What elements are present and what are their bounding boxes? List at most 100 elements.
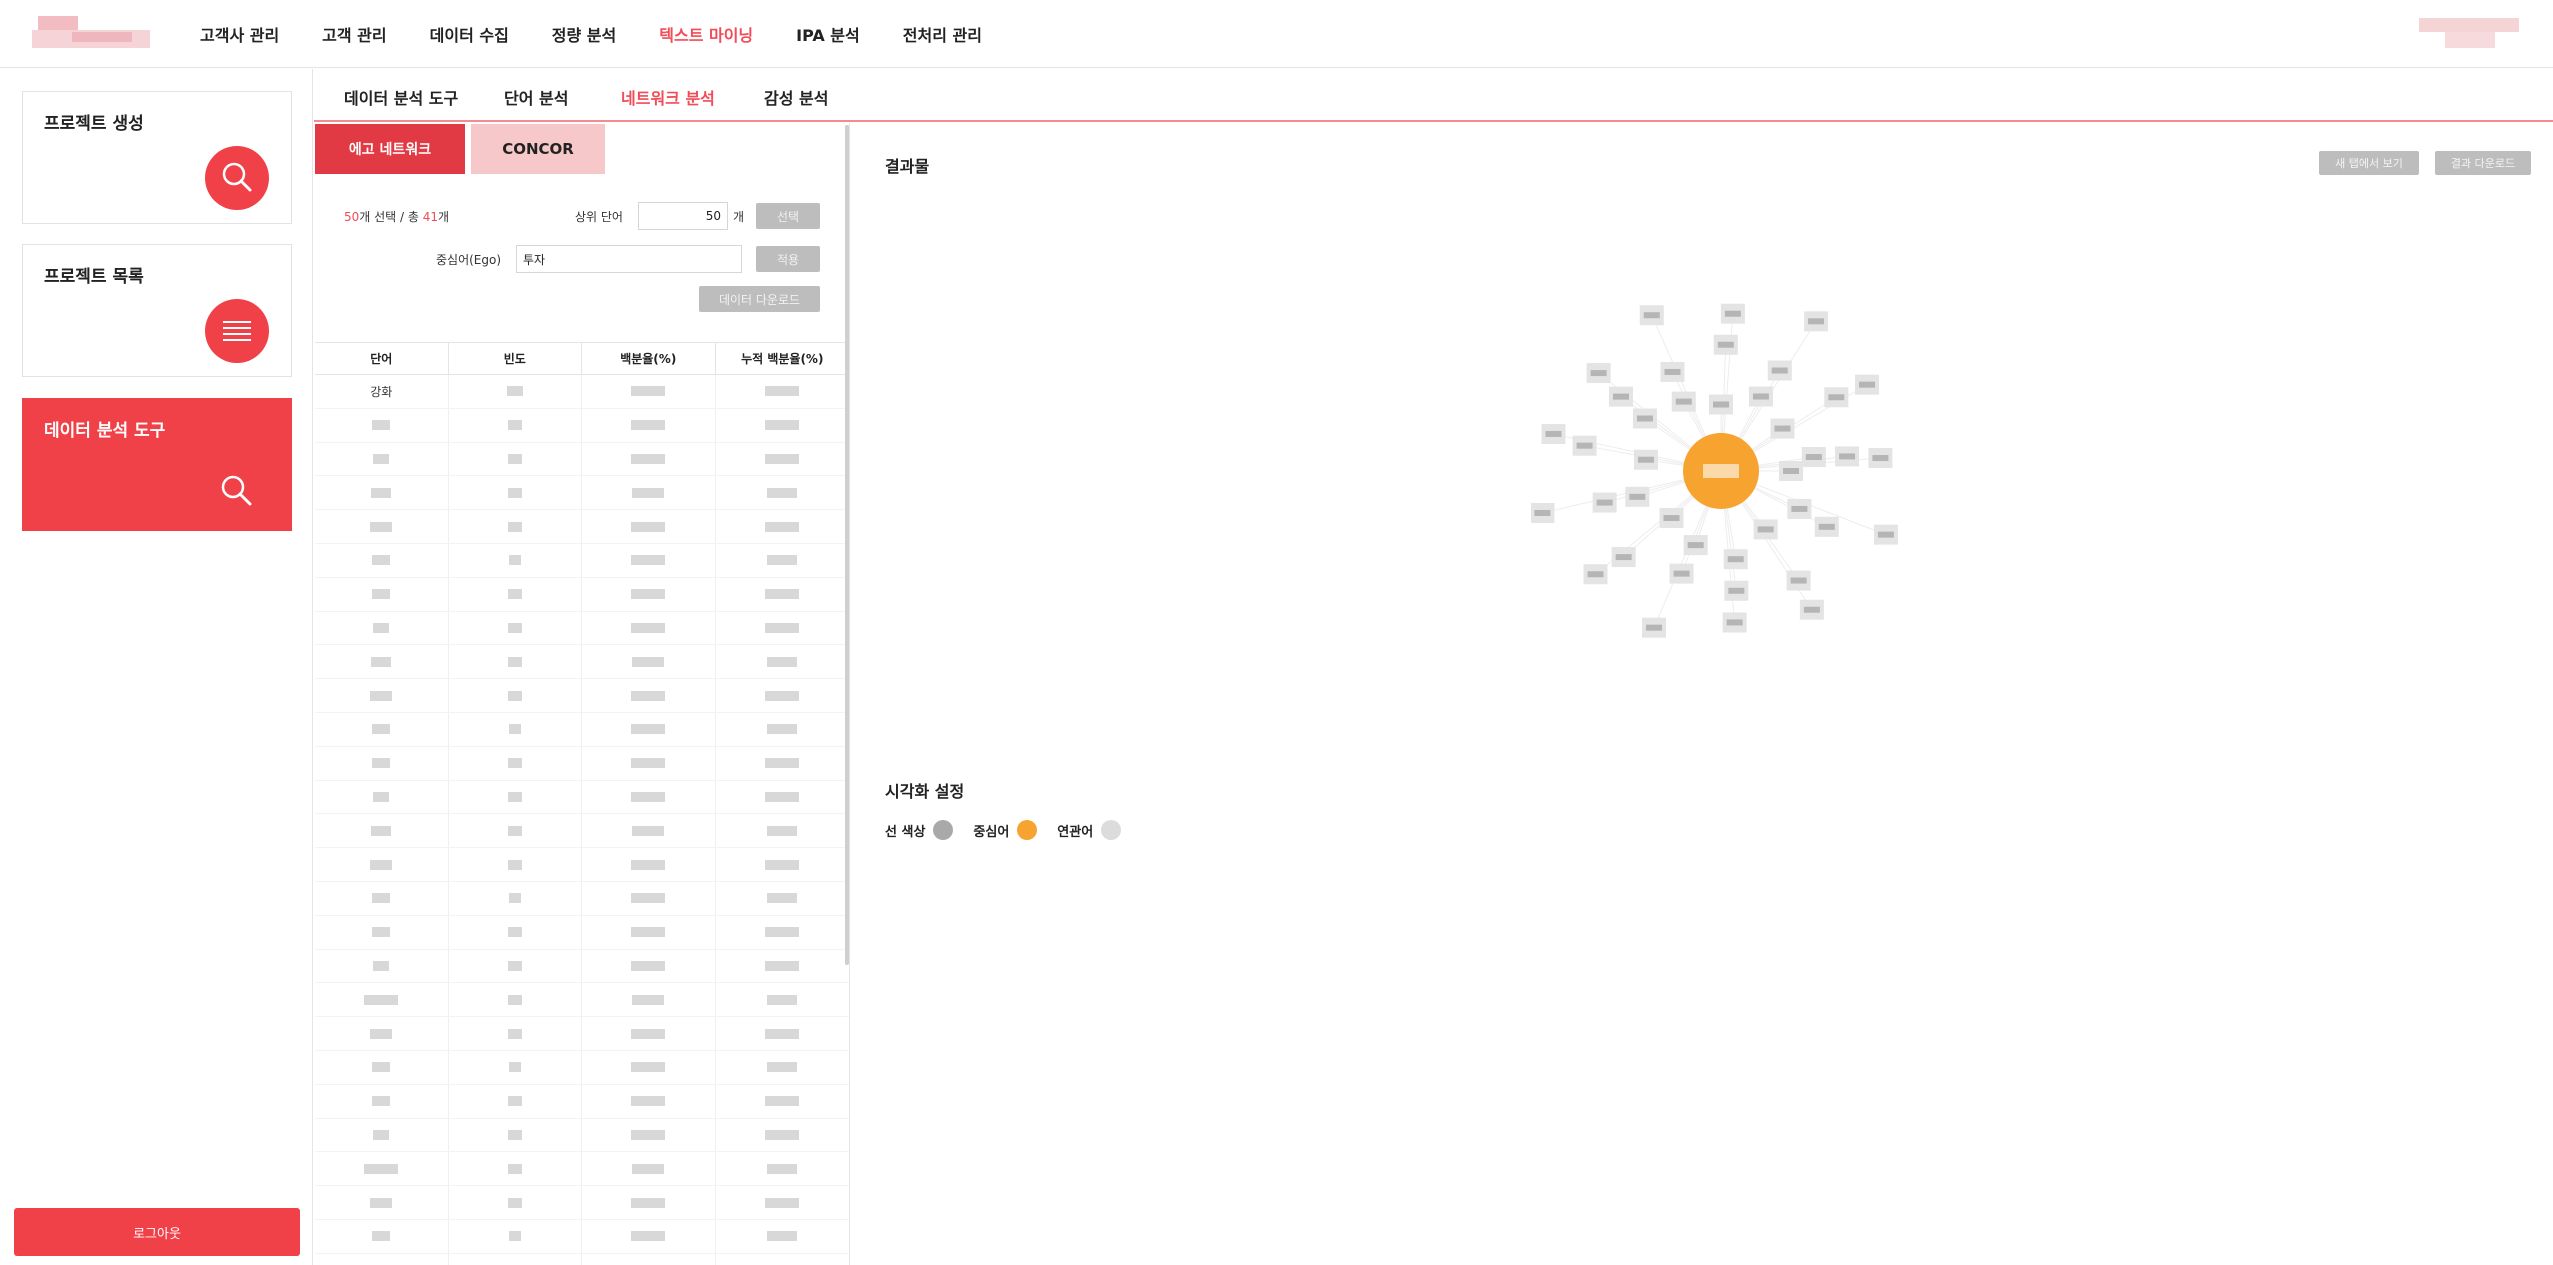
table-row[interactable] xyxy=(315,848,849,882)
table-row[interactable] xyxy=(315,1050,849,1085)
related-word-label xyxy=(1615,554,1632,561)
tab-data-analysis-tool[interactable]: 데이터 분석 도구 xyxy=(344,85,458,109)
table-row[interactable] xyxy=(315,814,849,849)
legend-related-label: 연관어 xyxy=(1057,824,1094,840)
related-word-label xyxy=(1687,542,1704,549)
table-row[interactable] xyxy=(315,611,849,646)
data-download-button[interactable]: 데이터 다운로드 xyxy=(699,286,820,312)
visualization-settings-title: 시각화 설정 xyxy=(885,782,965,801)
nav-item-ipa[interactable]: IPA 분석 xyxy=(796,22,860,46)
related-word-label xyxy=(1643,312,1660,319)
ego-label: 중심어(Ego) xyxy=(436,253,502,267)
nav-item-quantitative[interactable]: 정량 분석 xyxy=(552,22,616,46)
related-word-label xyxy=(1859,381,1876,388)
related-word-label xyxy=(1803,606,1820,613)
related-word-label xyxy=(1663,515,1680,522)
related-word-label xyxy=(1576,442,1593,449)
concor-toggle[interactable]: CONCOR xyxy=(471,124,605,174)
related-word-label xyxy=(1646,624,1663,631)
related-word-label xyxy=(1774,425,1791,432)
related-word-label xyxy=(1790,577,1807,584)
related-word-label xyxy=(1636,415,1653,422)
search-icon xyxy=(205,146,269,210)
main-nav: 고객사 관리 고객 관리 데이터 수집 정량 분석 텍스트 마이닝 IPA 분석… xyxy=(200,0,1025,68)
open-new-tab-button[interactable]: 새 탭에서 보기 xyxy=(2319,151,2419,175)
table-row[interactable]: 강화 xyxy=(315,375,849,409)
search-icon xyxy=(217,471,257,511)
table-row[interactable] xyxy=(315,712,849,747)
logo[interactable] xyxy=(32,14,150,54)
related-word-label xyxy=(1596,499,1613,506)
related-word-label xyxy=(1752,393,1769,400)
apply-button[interactable]: 적용 xyxy=(756,246,820,272)
col-cumulative-percent[interactable]: 누적 백분율(%) xyxy=(716,343,850,374)
tab-sentiment-analysis[interactable]: 감성 분석 xyxy=(764,85,828,109)
top-words-input[interactable]: 50 xyxy=(638,202,728,230)
table-scrollbar[interactable] xyxy=(845,125,849,965)
table-row[interactable] xyxy=(315,1118,849,1153)
card-create-project[interactable]: 프로젝트 생성 xyxy=(22,91,292,224)
table-row[interactable] xyxy=(315,679,849,713)
ego-network-graph[interactable] xyxy=(1531,301,1911,661)
table-row[interactable] xyxy=(315,1017,849,1051)
related-word-label xyxy=(1713,401,1729,408)
table-row[interactable] xyxy=(315,476,849,511)
table-body: 강화 xyxy=(315,375,849,1265)
table-row[interactable] xyxy=(315,746,849,781)
nav-item-data-collection[interactable]: 데이터 수집 xyxy=(430,22,509,46)
table-row[interactable] xyxy=(315,510,849,544)
table-row[interactable] xyxy=(315,1219,849,1254)
related-word-label xyxy=(1590,370,1607,377)
table-row[interactable] xyxy=(315,442,849,477)
nav-item-customer[interactable]: 고객 관리 xyxy=(322,22,386,46)
ego-input[interactable]: 투자 xyxy=(516,245,742,273)
table-row[interactable] xyxy=(315,645,849,680)
result-download-button[interactable]: 결과 다운로드 xyxy=(2435,151,2531,175)
selection-count: 50개 선택 / 총 41개 xyxy=(344,210,450,224)
tab-word-analysis[interactable]: 단어 분석 xyxy=(504,85,568,109)
related-word-label xyxy=(1587,571,1604,578)
ego-color-swatch[interactable] xyxy=(1017,820,1038,840)
nav-item-preprocessing[interactable]: 전처리 관리 xyxy=(903,22,982,46)
col-word[interactable]: 단어 xyxy=(315,343,449,374)
nav-item-text-mining[interactable]: 텍스트 마이닝 xyxy=(659,22,753,46)
table-row[interactable] xyxy=(315,1253,849,1265)
related-word-label xyxy=(1727,556,1744,563)
tab-network-analysis[interactable]: 네트워크 분석 xyxy=(621,85,715,109)
col-frequency[interactable]: 빈도 xyxy=(449,343,582,374)
related-word-label xyxy=(1724,310,1741,317)
logout-button[interactable]: 로그아웃 xyxy=(14,1208,300,1256)
table-row[interactable] xyxy=(315,1186,849,1220)
table-row[interactable] xyxy=(315,983,849,1018)
related-word-label xyxy=(1717,341,1734,348)
app: 고객사 관리 고객 관리 데이터 수집 정량 분석 텍스트 마이닝 IPA 분석… xyxy=(0,0,2553,1265)
top-bar: 고객사 관리 고객 관리 데이터 수집 정량 분석 텍스트 마이닝 IPA 분석… xyxy=(0,0,2553,68)
related-word-label xyxy=(1839,453,1856,460)
user-info[interactable] xyxy=(2419,18,2519,52)
table-header: 단어 빈도 백분율(%) 누적 백분율(%) xyxy=(315,342,849,375)
result-panel: 결과물 새 탭에서 보기 결과 다운로드 시각화 설정 선 색상 중심어 연관어 xyxy=(851,123,2553,1265)
related-word-label xyxy=(1629,493,1646,500)
table-row[interactable] xyxy=(315,949,849,984)
card-project-list[interactable]: 프로젝트 목록 xyxy=(22,244,292,377)
table-row[interactable] xyxy=(315,543,849,578)
legend-line-color-label: 선 색상 xyxy=(885,824,926,840)
line-color-swatch[interactable] xyxy=(933,820,954,840)
table-row[interactable] xyxy=(315,577,849,612)
table-row[interactable] xyxy=(315,915,849,950)
table-row[interactable] xyxy=(315,1152,849,1187)
nav-item-client-company[interactable]: 고객사 관리 xyxy=(200,22,279,46)
ego-network-toggle[interactable]: 에고 네트워크 xyxy=(315,124,465,174)
table-row[interactable] xyxy=(315,408,849,443)
card-data-analysis-tool[interactable]: 데이터 분석 도구 xyxy=(22,398,292,531)
table-row[interactable] xyxy=(315,1084,849,1119)
col-percent[interactable]: 백분율(%) xyxy=(582,343,716,374)
table-row[interactable] xyxy=(315,881,849,916)
ego-node-label xyxy=(1703,464,1739,478)
word-table: 단어 빈도 백분율(%) 누적 백분율(%) 강화 xyxy=(315,342,849,1265)
select-button[interactable]: 선택 xyxy=(756,203,820,229)
related-word-label xyxy=(1771,367,1788,374)
table-row[interactable] xyxy=(315,780,849,815)
related-color-swatch[interactable] xyxy=(1101,820,1122,840)
left-panel: 에고 네트워크 CONCOR 50개 선택 / 총 41개 상위 단어 50 개… xyxy=(314,123,850,1265)
